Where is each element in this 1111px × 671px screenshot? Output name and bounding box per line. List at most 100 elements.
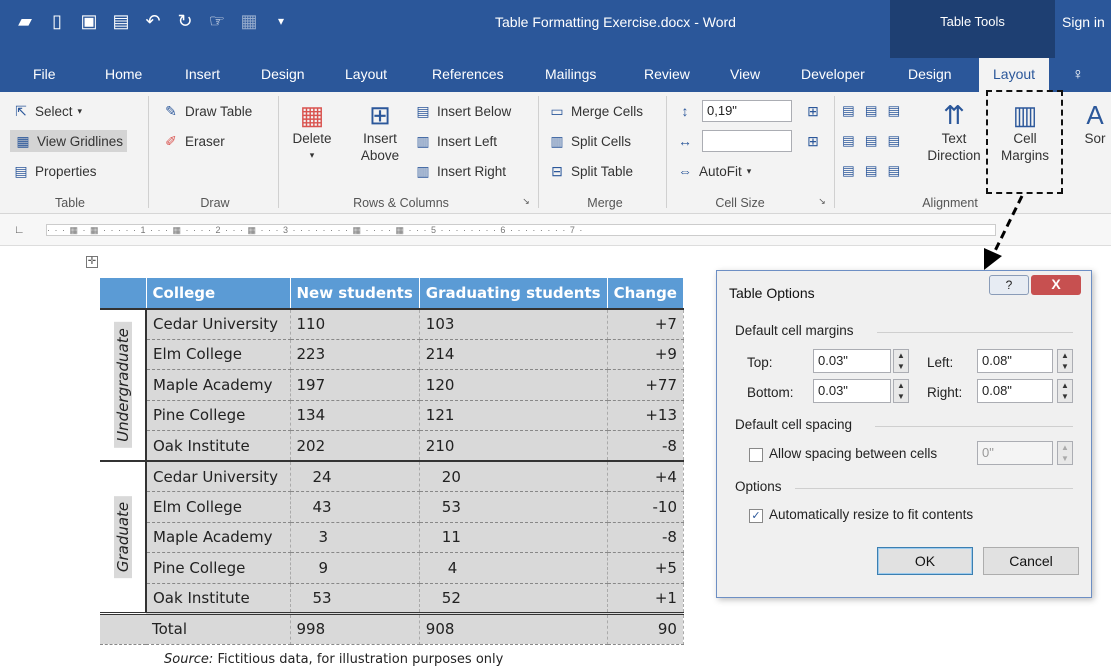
divider — [877, 332, 1073, 333]
table-cell: Elm College — [146, 491, 291, 523]
source-text: Fictitious data, for illustration purpos… — [213, 652, 504, 667]
table-cell: Oak Institute — [146, 583, 291, 614]
table-cell — [100, 612, 146, 645]
table-row: Elm College 223 214 +9 — [100, 339, 684, 370]
table-move-handle[interactable]: ✛ — [86, 256, 98, 268]
ok-button[interactable]: OK — [877, 547, 973, 575]
close-button[interactable]: X — [1031, 275, 1081, 295]
left-spinner[interactable]: ▲ ▼ — [1057, 349, 1073, 373]
right-label: Right: — [927, 385, 963, 400]
header-new-students: New students — [290, 278, 420, 309]
margins-section-label: Default cell margins — [735, 323, 854, 338]
source-note: Source: Fictitious data, for illustratio… — [164, 652, 503, 667]
header-college: College — [146, 278, 291, 309]
bottom-margin-input[interactable]: 0.03" — [813, 379, 891, 403]
header-graduating-students: Graduating students — [419, 278, 608, 309]
table-cell: Pine College — [146, 400, 291, 431]
table-row: Graduate Cedar University 24 20 +4 — [100, 460, 684, 614]
table-cell: +13 — [607, 400, 684, 431]
table-header-row: College New students Graduating students… — [100, 278, 684, 309]
table-cell: Maple Academy — [146, 369, 291, 401]
table-cell: 214 — [419, 339, 608, 370]
divider — [875, 426, 1073, 427]
cancel-button[interactable]: Cancel — [983, 547, 1079, 575]
table-cell: Pine College — [146, 552, 291, 584]
table-cell: 43 — [290, 491, 420, 523]
top-margin-input[interactable]: 0.03" — [813, 349, 891, 373]
allow-spacing-checkbox[interactable] — [749, 448, 763, 462]
table-cell: 202 — [290, 430, 420, 462]
table-cell: 103 — [419, 307, 608, 340]
table-cell: 20 — [419, 460, 608, 492]
table-cell: 908 — [419, 612, 608, 645]
table-total-row: Total 998 908 90 — [100, 612, 684, 645]
table-cell: Total — [146, 612, 291, 645]
options-section-label: Options — [735, 479, 782, 494]
left-label: Left: — [927, 355, 954, 370]
table-cell: +4 — [607, 460, 684, 492]
spacing-spinner[interactable]: ▲ ▼ — [1057, 441, 1073, 465]
source-label: Source: — [164, 652, 214, 667]
table-cell: 53 — [290, 583, 420, 614]
bottom-label: Bottom: — [747, 385, 794, 400]
allow-spacing-label: Allow spacing between cells — [769, 446, 938, 461]
table-row: Oak Institute 53 52 +1 — [100, 583, 684, 614]
top-label: Top: — [747, 355, 773, 370]
header-change: Change — [607, 278, 684, 309]
table-cell: 52 — [419, 583, 608, 614]
data-table: College New students Graduating students… — [100, 278, 684, 645]
table-cell: +5 — [607, 552, 684, 584]
table-row: Undergraduate Cedar University 110 103 +… — [100, 307, 684, 462]
table-cell: +9 — [607, 339, 684, 370]
table-cell: 998 — [290, 612, 420, 645]
table-cell: Elm College — [146, 339, 291, 370]
spacing-input[interactable]: 0" — [977, 441, 1053, 465]
table-row: Pine College 134 121 +13 — [100, 400, 684, 431]
table-cell: 121 — [419, 400, 608, 431]
table-row: Oak Institute 202 210 -8 — [100, 430, 684, 462]
table-row: Elm College 43 53 -10 — [100, 491, 684, 523]
table-cell: 53 — [419, 491, 608, 523]
table-row: Maple Academy 197 120 +77 — [100, 369, 684, 401]
table-cell: +7 — [607, 307, 684, 340]
right-spinner[interactable]: ▲ ▼ — [1057, 379, 1073, 403]
table-cell: 24 — [290, 460, 420, 492]
spacing-section-label: Default cell spacing — [735, 417, 853, 432]
table-cell: 110 — [290, 307, 420, 340]
group-label: Undergraduate — [113, 321, 132, 448]
header-empty — [100, 278, 147, 309]
table-cell: 4 — [419, 552, 608, 584]
top-spinner[interactable]: ▲ ▼ — [893, 349, 909, 373]
table-row: Maple Academy 3 11 -8 — [100, 522, 684, 553]
table-cell: 120 — [419, 369, 608, 401]
table-cell: +1 — [607, 583, 684, 614]
table-cell: 197 — [290, 369, 420, 401]
table-cell: 210 — [419, 430, 608, 462]
table-cell: 134 — [290, 400, 420, 431]
table-options-dialog: Table Options ? X Default cell margins T… — [716, 270, 1092, 598]
table-cell: 9 — [290, 552, 420, 584]
group-label-cell: Undergraduate — [100, 307, 147, 462]
table-cell: Oak Institute — [146, 430, 291, 462]
dialog-title: Table Options — [729, 285, 815, 301]
group-label: Graduate — [113, 495, 132, 579]
table-cell: 223 — [290, 339, 420, 370]
table-cell: Cedar University — [146, 307, 291, 340]
autoresize-checkbox[interactable]: ✓ — [749, 509, 763, 523]
table-cell: 11 — [419, 522, 608, 553]
bottom-spinner[interactable]: ▲ ▼ — [893, 379, 909, 403]
table-cell: 90 — [607, 612, 684, 645]
table-cell: Cedar University — [146, 460, 291, 492]
table-row: Pine College 9 4 +5 — [100, 552, 684, 584]
right-margin-input[interactable]: 0.08" — [977, 379, 1053, 403]
divider — [795, 488, 1073, 489]
table-cell: Maple Academy — [146, 522, 291, 553]
autoresize-label: Automatically resize to fit contents — [769, 507, 974, 522]
group-label-cell: Graduate — [100, 460, 147, 614]
table-cell: -8 — [607, 522, 684, 553]
table-cell: -10 — [607, 491, 684, 523]
help-button[interactable]: ? — [989, 275, 1029, 295]
table-cell: 3 — [290, 522, 420, 553]
table-cell: -8 — [607, 430, 684, 462]
left-margin-input[interactable]: 0.08" — [977, 349, 1053, 373]
